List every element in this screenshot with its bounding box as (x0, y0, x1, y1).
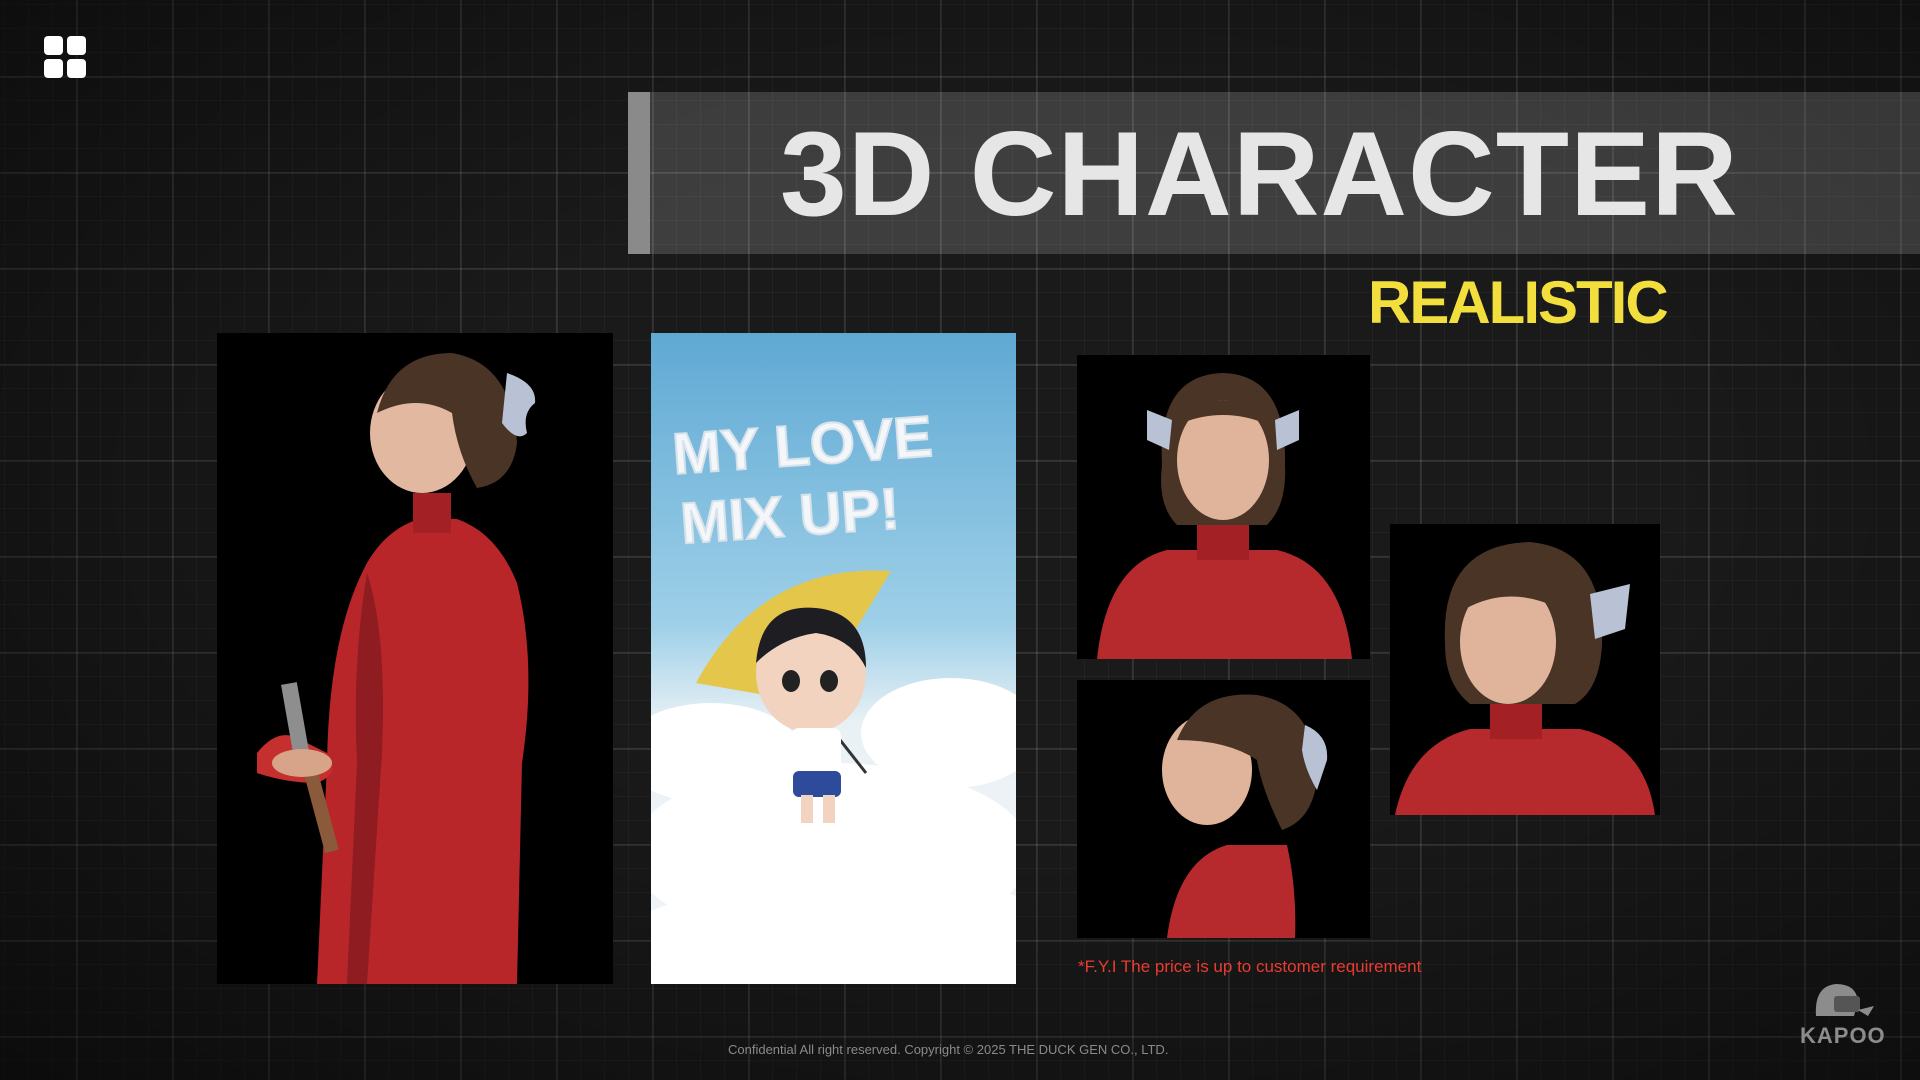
grid-icon[interactable] (44, 36, 86, 78)
copyright-footer: Confidential All right reserved. Copyrig… (728, 1042, 1169, 1057)
girl-red-dress-side-image (217, 333, 613, 984)
girl-three-quarter-portrait-image (1390, 524, 1660, 815)
title-accent-bar (628, 92, 650, 254)
girl-profile-portrait-image (1077, 680, 1370, 938)
logo-wordmark: KAPOO (1800, 1023, 1886, 1048)
girl-front-portrait-image (1077, 355, 1370, 659)
page-title: 3D CHARACTER (780, 107, 1739, 241)
page-subtitle: REALISTIC (1368, 269, 1669, 336)
duck-icon (1815, 984, 1874, 1016)
my-love-mix-up-poster-image: MY LOVE MIX UP! (651, 333, 1016, 984)
price-note: *F.Y.I The price is up to customer requi… (1078, 957, 1422, 976)
